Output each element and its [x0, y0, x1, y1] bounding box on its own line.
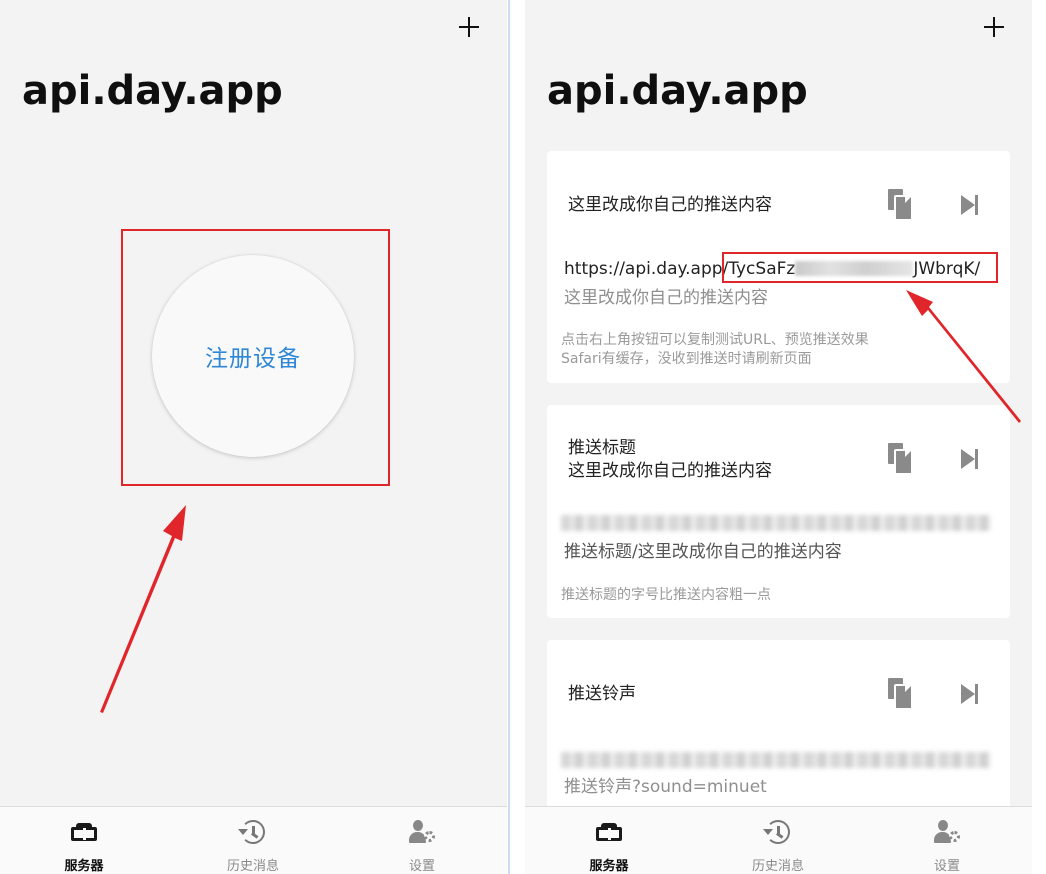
right-phone-screen: api.day.app 这里改成你自己的推送内容 https://api.day… — [525, 0, 1032, 874]
card-title: 推送铃声 — [568, 684, 636, 704]
play-next-icon[interactable] — [959, 193, 981, 217]
blurred-url[interactable] — [561, 515, 991, 531]
server-icon — [595, 819, 623, 847]
history-icon — [238, 819, 267, 847]
copy-icon[interactable] — [887, 189, 917, 223]
card-title: 这里改成你自己的推送内容 — [568, 195, 772, 215]
url-prefix: https://api.day.app — [564, 259, 723, 279]
settings-icon — [933, 819, 961, 847]
page-title: api.day.app — [547, 68, 808, 114]
left-phone-screen: api.day.app 注册设备 服务器 历史消息 设置 — [0, 0, 507, 874]
tab-bar: 服务器 历史消息 设置 — [0, 806, 507, 874]
annotation-highlight-box — [722, 252, 998, 283]
url-content: 推送铃声?sound=minuet — [564, 777, 767, 797]
page-title: api.day.app — [22, 68, 283, 114]
tab-history-label: 历史消息 — [751, 859, 804, 874]
history-icon — [763, 819, 792, 847]
tab-bar: 服务器 历史消息 设置 — [525, 806, 1032, 874]
annotation-highlight-box — [121, 229, 390, 486]
tab-history[interactable]: 历史消息 — [718, 807, 838, 874]
push-sound-card: 推送铃声 推送铃声?sound=minuet — [547, 640, 1010, 820]
tab-server-label: 服务器 — [64, 859, 104, 874]
url-content: 这里改成你自己的推送内容 — [564, 288, 768, 308]
card-title-line1: 推送标题 — [568, 438, 636, 458]
play-next-icon[interactable] — [959, 682, 981, 706]
tab-settings[interactable]: 设置 — [887, 807, 1007, 874]
tab-server[interactable]: 服务器 — [24, 807, 144, 874]
screenshot-divider — [507, 0, 525, 874]
push-title-card: 推送标题 这里改成你自己的推送内容 推送标题/这里改成你自己的推送内容 推送标题… — [547, 405, 1010, 618]
play-next-icon[interactable] — [959, 447, 981, 471]
add-server-icon[interactable] — [456, 14, 482, 40]
card-note-line2: Safari有缓存，没收到推送时请刷新页面 — [561, 351, 812, 367]
copy-icon[interactable] — [887, 678, 917, 712]
tab-settings-label: 设置 — [933, 859, 960, 874]
server-icon — [70, 819, 98, 847]
tab-settings-label: 设置 — [408, 859, 435, 874]
card-note: 推送标题的字号比推送内容粗一点 — [561, 587, 771, 603]
card-note-line1: 点击右上角按钮可以复制测试URL、预览推送效果 — [561, 332, 869, 348]
tab-settings[interactable]: 设置 — [362, 807, 482, 874]
tab-history[interactable]: 历史消息 — [193, 807, 313, 874]
tab-server[interactable]: 服务器 — [549, 807, 669, 874]
add-server-icon[interactable] — [981, 14, 1007, 40]
card-title-line2: 这里改成你自己的推送内容 — [568, 461, 772, 481]
url-content: 推送标题/这里改成你自己的推送内容 — [564, 542, 842, 562]
settings-icon — [408, 819, 436, 847]
blurred-url[interactable] — [561, 752, 991, 768]
tab-history-label: 历史消息 — [226, 859, 279, 874]
copy-icon[interactable] — [887, 443, 917, 477]
tab-server-label: 服务器 — [589, 859, 629, 874]
